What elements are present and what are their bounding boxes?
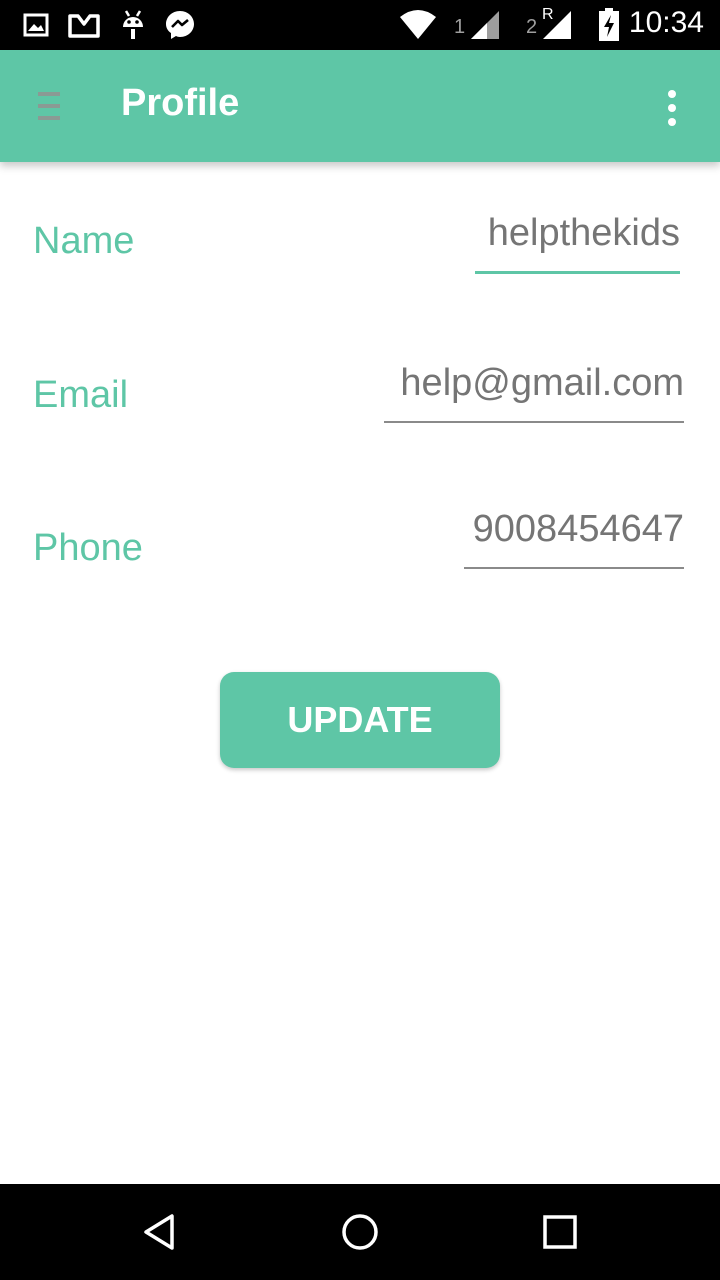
page-title: Profile [121,82,240,124]
back-icon[interactable] [132,1204,188,1260]
wifi-icon [396,8,440,42]
update-button[interactable]: UPDATE [220,672,500,768]
sim2-label: 2 [526,16,538,38]
name-label: Name [33,220,135,262]
hamburger-menu-icon[interactable] [38,92,60,120]
phone-field-underline [464,567,684,569]
gallery-icon [22,8,50,42]
app-bar: Profile [0,50,720,162]
email-field-underline [384,421,684,423]
nav-bar [0,1184,720,1280]
email-field[interactable] [380,360,684,406]
email-label: Email [33,374,129,416]
android-icon [118,8,148,42]
name-field-underline [475,271,680,274]
messenger-icon [163,8,197,42]
signal-icon [468,8,502,42]
signal-roaming-icon [540,8,574,42]
recents-icon[interactable] [532,1204,588,1260]
battery-charging-icon [596,8,622,42]
phone-field[interactable] [460,506,684,552]
status-time: 10:34 [628,6,704,39]
home-icon[interactable] [332,1204,388,1260]
status-bar: 1 2 R 10:34 [0,0,720,50]
name-field[interactable] [470,210,680,256]
sim1-label: 1 [454,16,466,38]
box-icon [66,8,102,42]
more-vert-icon[interactable] [660,88,684,128]
phone-label: Phone [33,527,143,569]
